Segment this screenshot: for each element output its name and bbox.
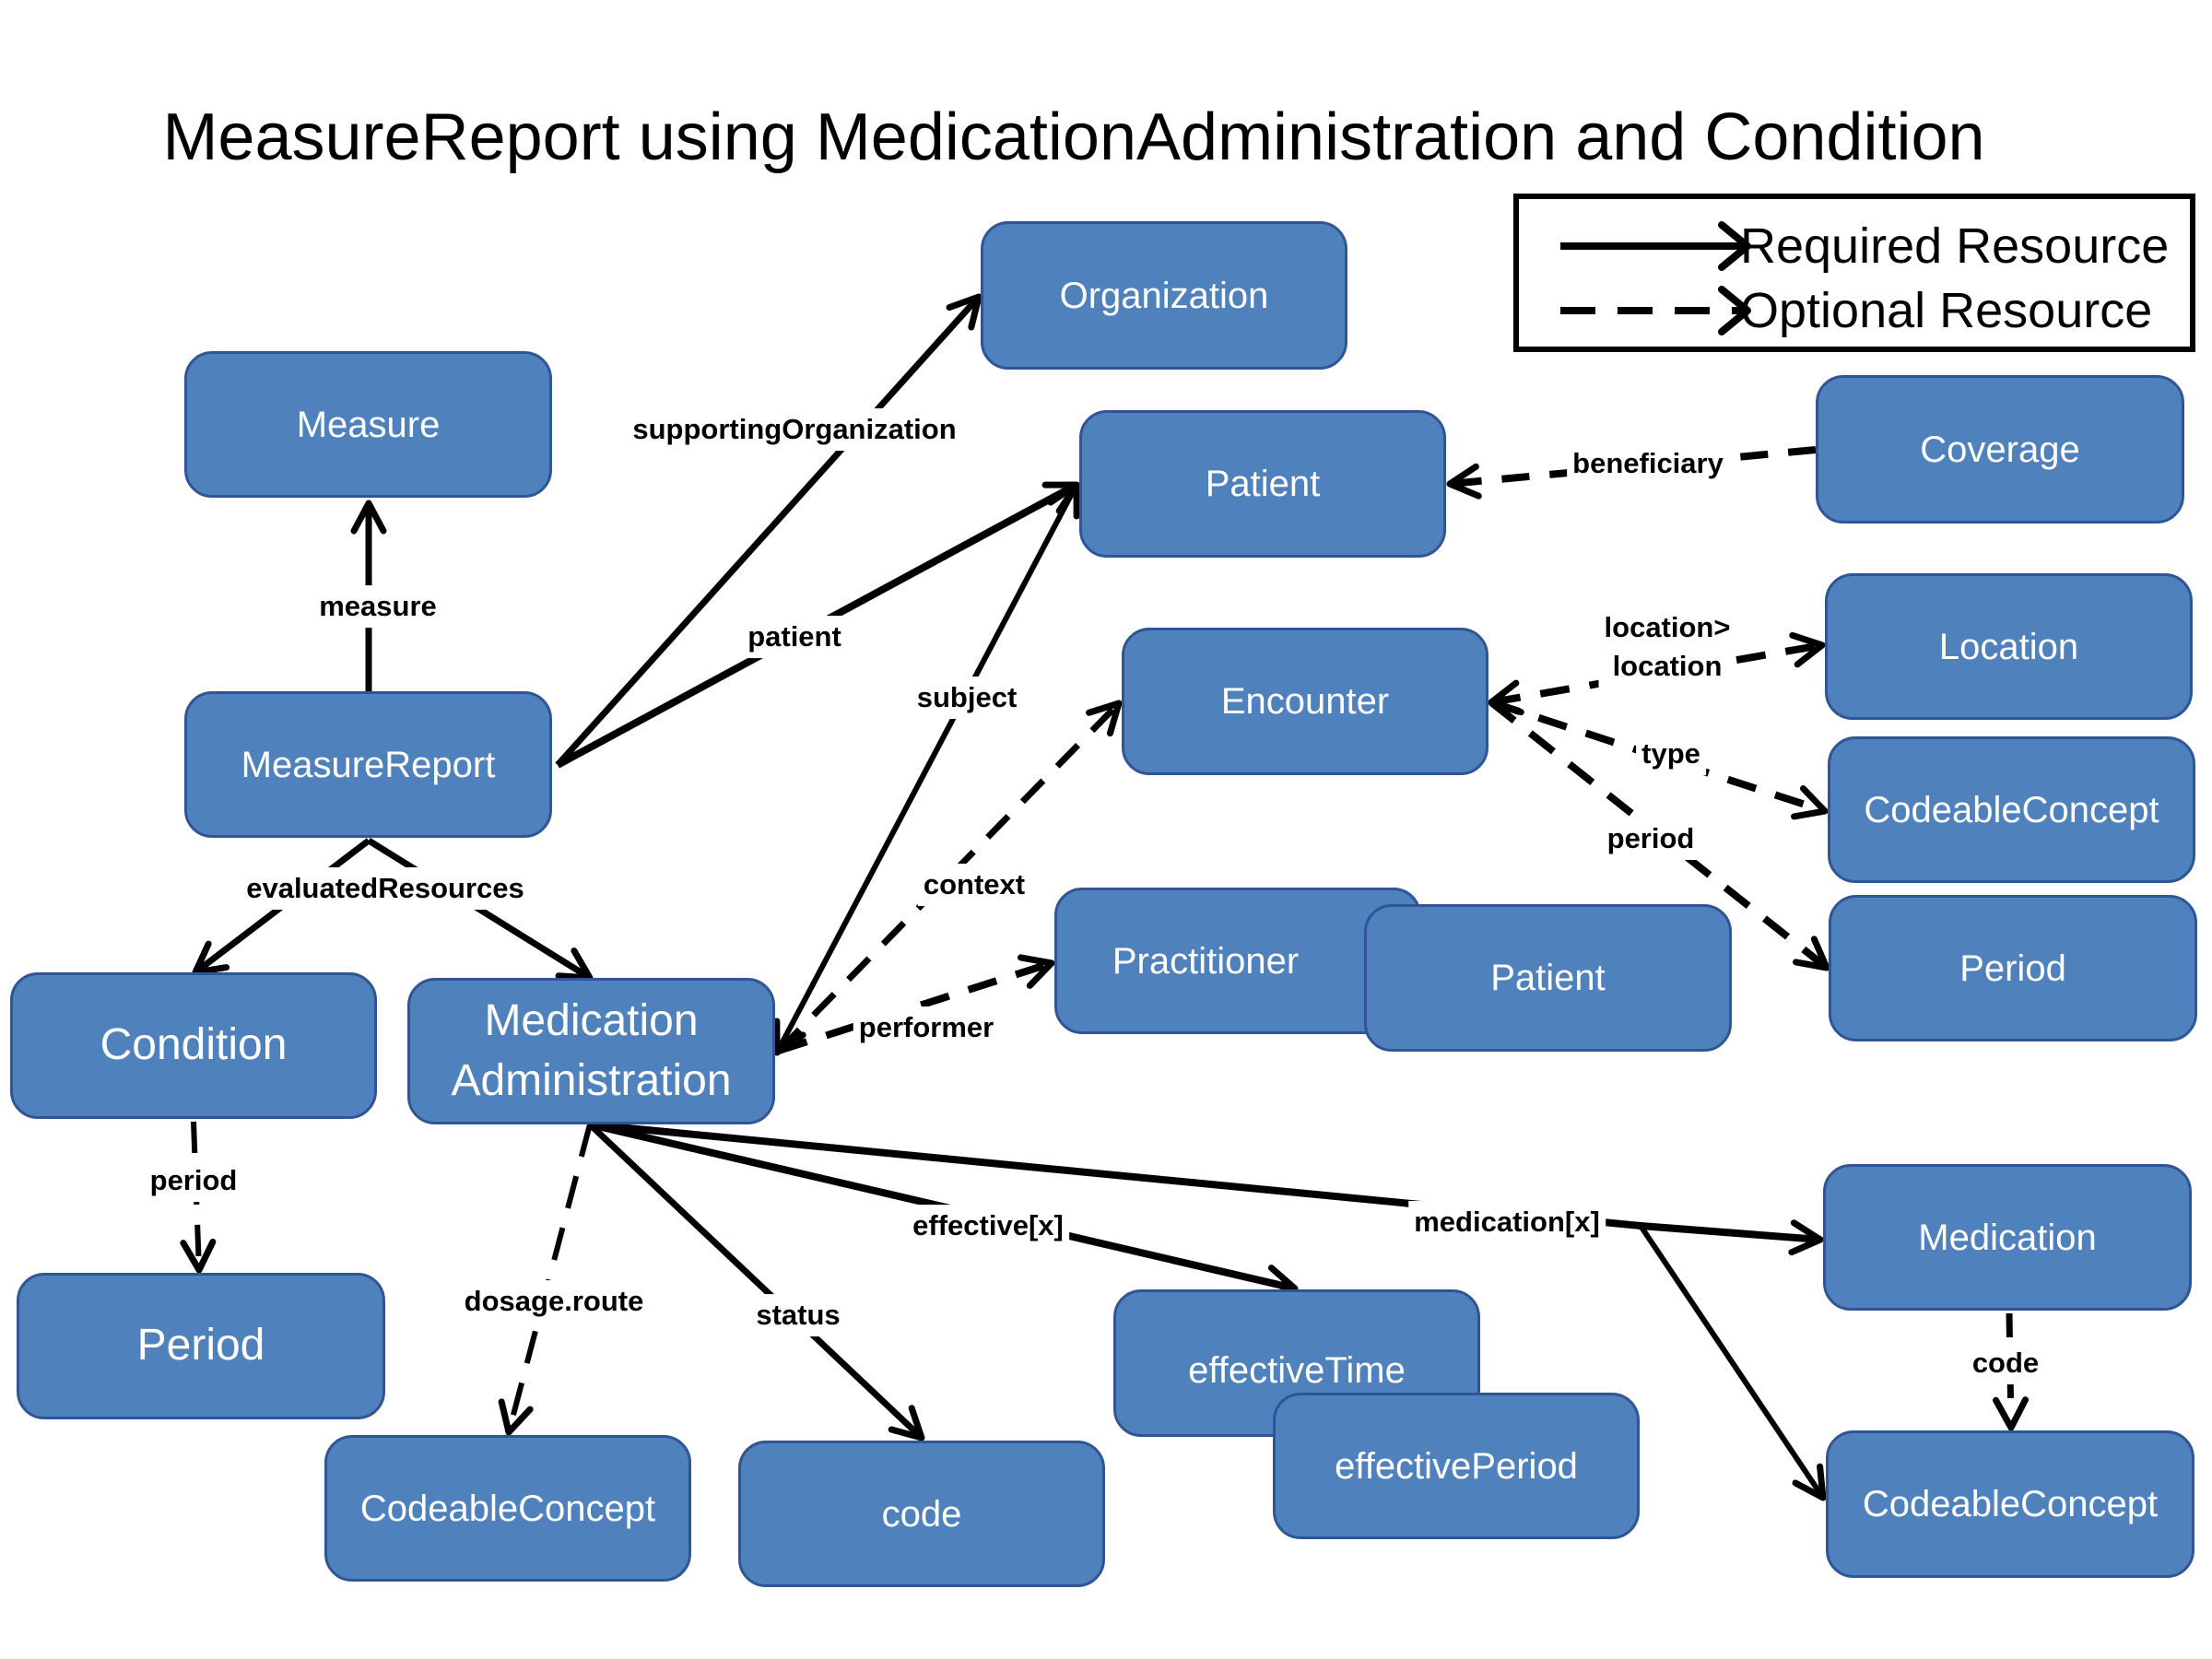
edge-label-type: type [1636,733,1706,775]
edge-label-encounter-period: period [1601,818,1700,860]
node-condition[interactable]: Condition [10,972,377,1119]
edge-label-dosage-route: dosage.route [458,1280,650,1323]
legend: Required Resource Optional Resource [1513,194,2195,352]
node-performer-patient[interactable]: Patient [1364,904,1732,1052]
edge-label-beneficiary: beneficiary [1567,442,1729,485]
node-medicationadministration[interactable]: Medication Administration [407,978,775,1124]
node-medication-codeableconcept[interactable]: CodeableConcept [1826,1430,2194,1578]
node-encounter-period[interactable]: Period [1829,895,2197,1041]
edge-label-performer: performer [853,1006,1000,1049]
edge-label-medication-x: medication[x] [1408,1201,1606,1243]
edge-label-evaluated-resources: evaluatedResources [241,867,530,910]
edge-label-status: status [750,1294,846,1336]
edge-medication-x-codeable [1638,1224,1827,1501]
edge-dosage-route [498,1124,593,1436]
node-organization[interactable]: Organization [981,221,1347,370]
node-effectiveperiod[interactable]: effectivePeriod [1273,1393,1640,1539]
legend-item-optional: Optional Resource [1519,278,2190,343]
node-condition-period[interactable]: Period [17,1273,385,1419]
node-coverage[interactable]: Coverage [1816,375,2184,524]
legend-item-required: Required Resource [1519,214,2190,278]
edge-label-subject: subject [911,677,1023,719]
node-patient[interactable]: Patient [1079,410,1446,558]
dashed-arrow-icon [1560,286,1751,335]
edge-label-effective: effective[x] [907,1205,1069,1247]
edge-label-condition-period: period [144,1159,243,1202]
edge-label-measure: measure [313,585,442,628]
solid-arrow-icon [1560,221,1751,271]
node-status-code[interactable]: code [738,1441,1105,1587]
node-medication[interactable]: Medication [1823,1164,2192,1311]
node-encounter-codeableconcept[interactable]: CodeableConcept [1828,736,2195,883]
node-location[interactable]: Location [1825,573,2193,720]
edge-label-supporting-organization: supportingOrganization [627,408,962,451]
edge-label-patient: patient [742,616,847,658]
node-encounter[interactable]: Encounter [1122,628,1488,775]
edge-medication-x [589,1121,1824,1256]
node-measure[interactable]: Measure [184,351,552,498]
edge-label-context: context [917,864,1031,906]
node-dosage-codeableconcept[interactable]: CodeableConcept [324,1435,691,1582]
legend-label-required: Required Resource [1740,218,2170,274]
edge-label-med-code: code [1966,1342,2045,1384]
edge-label-location: location> location [1598,606,1736,688]
legend-label-optional: Optional Resource [1740,283,2153,338]
node-measurereport[interactable]: MeasureReport [184,691,552,838]
